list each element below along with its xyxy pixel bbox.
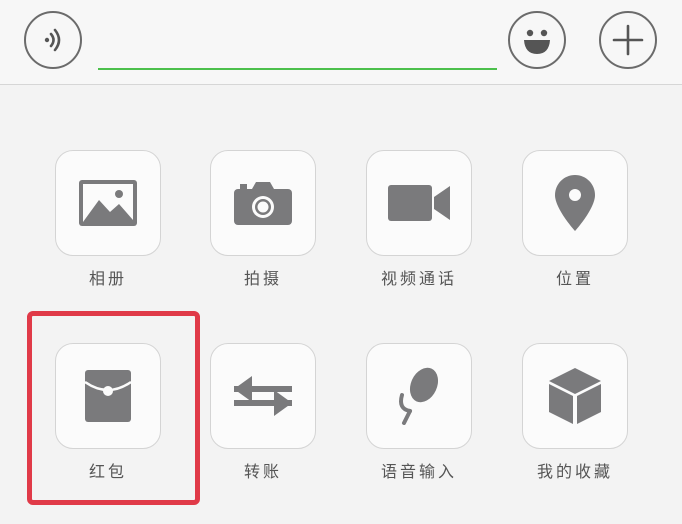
camera-label: 拍摄 xyxy=(243,269,282,288)
favorites-button[interactable] xyxy=(522,343,628,449)
emoji-button[interactable] xyxy=(508,11,566,69)
red-packet-label: 红包 xyxy=(88,462,127,481)
voice-button[interactable] xyxy=(24,11,82,69)
voice-input-button[interactable] xyxy=(366,343,472,449)
transfer-icon xyxy=(234,376,292,416)
red-packet-icon xyxy=(85,370,131,422)
message-input[interactable] xyxy=(98,26,497,70)
location-button[interactable] xyxy=(522,150,628,256)
location-icon xyxy=(555,175,595,231)
transfer-label: 转账 xyxy=(243,462,282,481)
microphone-icon xyxy=(399,367,439,425)
emoji-icon xyxy=(524,29,550,54)
red-packet-button[interactable] xyxy=(55,343,161,449)
favorites-icon xyxy=(549,368,601,424)
voice-input-label: 语音输入 xyxy=(380,462,457,481)
more-button[interactable] xyxy=(599,11,657,69)
photo-album-button[interactable] xyxy=(55,150,161,256)
location-label: 位置 xyxy=(555,269,594,288)
photo-album-icon xyxy=(79,180,137,226)
chat-input-bar xyxy=(0,0,682,85)
favorites-label: 我的收藏 xyxy=(536,462,613,481)
video-call-button[interactable] xyxy=(366,150,472,256)
plus-icon xyxy=(612,24,644,56)
voice-icon xyxy=(44,28,61,52)
camera-icon xyxy=(234,182,292,225)
transfer-button[interactable] xyxy=(210,343,316,449)
video-call-icon xyxy=(388,185,450,221)
camera-button[interactable] xyxy=(210,150,316,256)
more-functions-panel: 相册 拍摄 视频通话 位置 红包 转账 语音输入 我的收藏 xyxy=(0,85,682,524)
video-call-label: 视频通话 xyxy=(380,269,457,288)
photo-album-label: 相册 xyxy=(88,269,127,288)
